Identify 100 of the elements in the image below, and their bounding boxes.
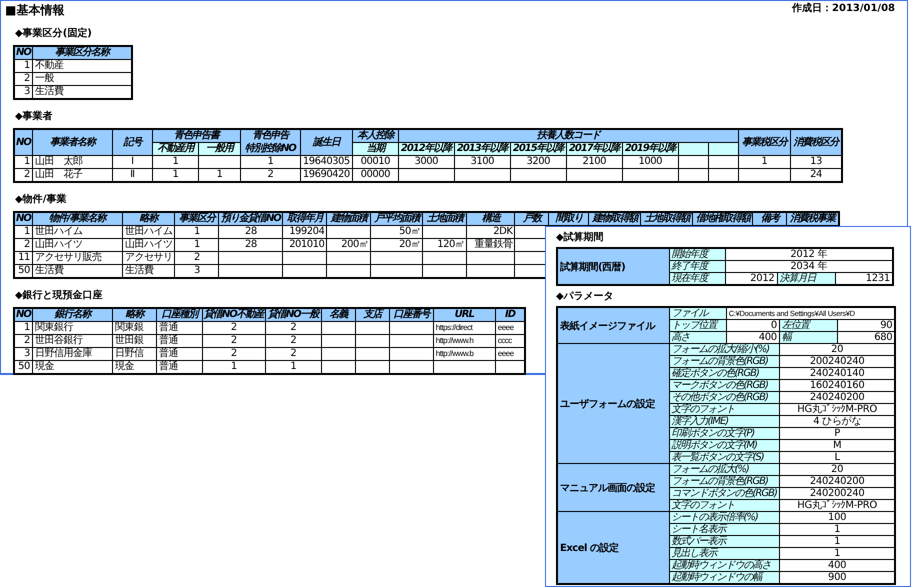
table-cell: 日野信用金庫 <box>32 348 112 360</box>
group-label: Excel の設定 <box>557 512 669 584</box>
parameter-label: フォームの背景色(RGB) <box>669 356 780 368</box>
table-cell: 生活費 <box>32 264 122 278</box>
column-header: 備考 <box>752 212 787 226</box>
parameter-value: 1 <box>779 536 896 548</box>
parameter-label: フォームの背景色(RGB) <box>669 476 780 488</box>
parameter-label: ファイル <box>669 307 726 320</box>
table-cell: 普通 <box>156 322 202 334</box>
column-header: URL <box>433 308 496 322</box>
column-header: 2015年以降 <box>510 142 566 156</box>
parameter-label: 終了年度 <box>669 260 725 272</box>
parameter-value: HG丸ｺﾞｼｯｸM-PRO <box>779 404 896 416</box>
parameter-label: 幅 <box>779 332 838 344</box>
table-cell: 不動産 <box>32 60 132 72</box>
table-cell: 199204 <box>282 226 327 238</box>
parameter-label: 見出し表示 <box>669 548 780 560</box>
table-cell: http://www.b <box>433 348 496 360</box>
column-header: 貸借NO不動産 <box>202 308 266 322</box>
column-header: 扶養人数コード <box>398 129 738 142</box>
column-header: NO <box>14 212 32 226</box>
table-cell: 普通 <box>156 348 202 360</box>
table-cell: 120㎡ <box>422 238 467 252</box>
table-cell: 1 <box>174 238 219 252</box>
table-cell: 重量鉄骨 <box>466 238 515 252</box>
parameter-label: 起動時ウィンドウの高さ <box>669 560 780 572</box>
column-header: 支店 <box>355 308 390 322</box>
table-cell: 1 <box>14 60 32 72</box>
table-cell: 現金 <box>112 360 156 374</box>
column-header: 建物取得額 <box>588 212 641 226</box>
table-cell: 19640305 <box>300 156 352 168</box>
table-cell: 2 <box>14 238 32 252</box>
column-header: 貸借NO一般 <box>265 308 322 322</box>
table-cell: 関東銀行 <box>32 322 112 334</box>
column-header: 特別控除NO <box>240 142 300 156</box>
table-cell: https://direct <box>433 322 496 334</box>
parameter-label: シート名表示 <box>669 524 780 536</box>
table-cell: 生活費 <box>122 264 175 278</box>
parameter-value: 4 ひらがな <box>779 416 896 428</box>
parameter-label: 印刷ボタンの文字(P) <box>669 428 780 440</box>
table-cell: Ⅰ <box>112 156 152 168</box>
parameter-label: 左位置 <box>779 320 838 332</box>
table-cell: 世田ハイム <box>32 226 122 238</box>
parameter-value: 0 <box>726 320 780 332</box>
column-header: 間取り <box>548 212 589 226</box>
table-cell: 1 <box>738 156 790 168</box>
parameter-value: P <box>779 428 896 440</box>
table-cell: 2DK <box>466 226 515 238</box>
column-header: 借地権取得額 <box>692 212 753 226</box>
table-cell: 1 <box>14 156 32 168</box>
section-title: ◆事業者 <box>15 111 53 123</box>
parameter-label: 現在年度 <box>669 272 725 285</box>
table-cell: 1 <box>240 156 300 168</box>
parameter-label: トップ位置 <box>669 320 726 332</box>
parameter-value: L <box>779 452 896 464</box>
column-header: 消費税区分 <box>790 129 842 156</box>
parameter-label: 数式バー表示 <box>669 536 780 548</box>
table-cell: 3000 <box>398 156 454 168</box>
parameter-label: 漢字入力(IME) <box>669 416 780 428</box>
column-header: 構造 <box>466 212 515 226</box>
column-header: NO <box>14 46 32 60</box>
parameter-value: 20 <box>779 344 896 356</box>
table-cell: 1 <box>174 226 219 238</box>
parameter-value: 680 <box>837 332 896 344</box>
column-header: 戸平均面積 <box>370 212 423 226</box>
parameter-value: 400 <box>779 560 896 572</box>
table-cell: 一般 <box>32 72 132 86</box>
parameter-label: フォームの拡大(%) <box>669 464 780 476</box>
table-cell: 2 <box>265 348 322 360</box>
table-cell: 3100 <box>454 156 510 168</box>
group-label: マニュアル画面の設定 <box>557 464 669 512</box>
column-header: 記号 <box>112 129 152 156</box>
column-header: 青色申告 <box>240 129 300 142</box>
parameter-value: 100 <box>779 512 896 524</box>
table-cell: 2 <box>174 252 219 264</box>
column-header: 略称 <box>112 308 156 322</box>
parameter-value: 160240160 <box>779 380 896 392</box>
column-header: NO <box>14 129 32 156</box>
table-cell: 現金 <box>32 360 112 374</box>
parameter-label: フォームの拡大/縮小(%) <box>669 344 780 356</box>
parameter-value: 240240200 <box>779 476 896 488</box>
parameter-value: 200240240 <box>779 356 896 368</box>
column-header: NO <box>14 308 32 322</box>
parameter-label: 文字のフォント <box>669 404 780 416</box>
table-cell: 20㎡ <box>370 238 423 252</box>
table-cell: 1 <box>14 322 32 334</box>
parameter-label: シートの表示倍率(%) <box>669 512 780 524</box>
table-cell: 2100 <box>566 156 622 168</box>
column-header: 預り金貸借NO <box>218 212 283 226</box>
column-header: 事業区分 <box>174 212 219 226</box>
table-cell: 2 <box>202 348 266 360</box>
table-cell: 世田谷銀行 <box>32 334 112 348</box>
parameter-label: 高さ <box>669 332 726 344</box>
table-cell: 2 <box>202 322 266 334</box>
parameter-label: 確定ボタンの色(RGB) <box>669 368 780 380</box>
sheet-title: ■基本情報 <box>5 3 64 17</box>
column-header: 2012年以降 <box>398 142 454 156</box>
table-cell: 普通 <box>156 360 202 374</box>
parameter-label: 表一覧ボタンの文字(S) <box>669 452 780 464</box>
table-cell: 日野信 <box>112 348 156 360</box>
